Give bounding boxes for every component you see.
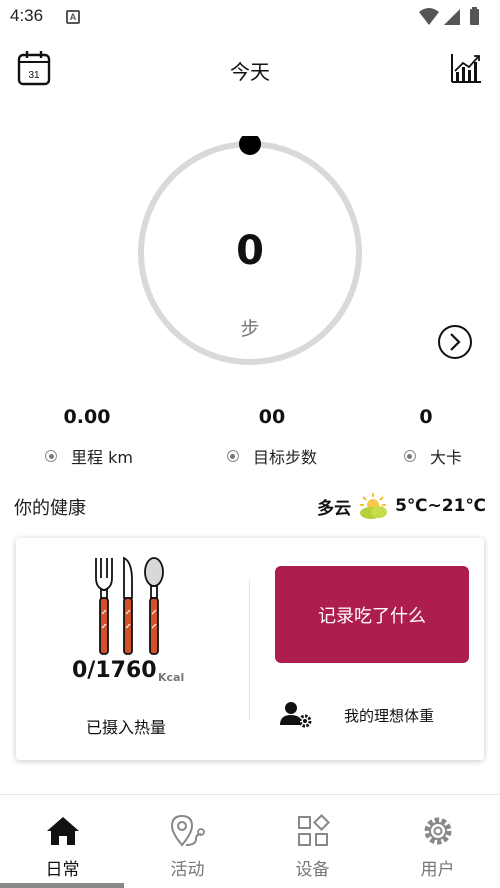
calorie-unit: Kcal — [158, 671, 185, 684]
stat-goal-steps: 00 目标步数 — [220, 404, 324, 468]
signal-battery-icons — [419, 7, 479, 25]
trend-chart-icon[interactable] — [450, 52, 482, 84]
nav-label-daily: 日常 — [45, 860, 80, 880]
chevron-right-circle-icon[interactable] — [437, 324, 473, 360]
location-icon — [170, 814, 205, 847]
devices-icon — [297, 814, 330, 846]
nav-label-devices: 设备 — [295, 860, 330, 880]
nav-label-user: 用户 — [420, 860, 455, 880]
goal-steps-label: 目标步数 — [252, 448, 317, 467]
wifi-icon — [419, 8, 439, 25]
home-indicator — [0, 883, 124, 888]
calorie-intake-value: 0/1760 — [72, 658, 157, 683]
battery-icon — [470, 9, 479, 25]
weather-temperature: 5℃~21℃ — [395, 496, 486, 516]
activity-stats: 0.00 里程 km 00 目标步数 0 大卡 — [0, 404, 500, 474]
ideal-weight-row[interactable]: 我的理想体重 — [280, 700, 475, 730]
calories-label: 大卡 — [429, 448, 462, 467]
app-header: 31 今天 — [0, 34, 500, 102]
health-title: 你的健康 — [14, 498, 86, 519]
page-title: 今天 — [230, 60, 270, 84]
nutrition-card: 0/1760 Kcal 已摄入热量 记录吃了什么 我的理想体重 — [16, 538, 484, 760]
weather-condition: 多云 — [317, 498, 352, 519]
calories-value: 0 — [419, 406, 433, 428]
bottom-nav: 日常 活动 设备 用户 — [0, 795, 500, 888]
user-settings-icon — [280, 702, 312, 728]
partly-cloudy-icon — [360, 493, 388, 519]
calorie-intake-label: 已摄入热量 — [86, 718, 167, 737]
nav-tab-activity[interactable]: 活动 — [125, 795, 250, 888]
record-meal-button[interactable]: 记录吃了什么 — [275, 566, 469, 663]
gear-icon — [424, 817, 451, 845]
steps-unit: 步 — [240, 318, 260, 340]
card-divider — [249, 580, 250, 720]
home-icon — [46, 817, 79, 845]
steps-count: 0 — [236, 228, 264, 274]
stat-calories: 0 大卡 — [398, 404, 468, 468]
weather-info: 多云 5℃~21℃ — [317, 492, 486, 520]
nav-tab-devices[interactable]: 设备 — [250, 795, 375, 888]
status-bar: 4:36 A — [0, 0, 500, 34]
radio-dot-icon — [45, 450, 58, 462]
cell-signal-icon — [444, 9, 460, 25]
progress-knob — [239, 136, 261, 155]
nav-label-activity: 活动 — [170, 860, 205, 880]
nav-tab-daily[interactable]: 日常 — [0, 795, 125, 888]
goal-steps-value: 00 — [258, 406, 286, 428]
distance-label: 里程 km — [71, 448, 133, 467]
health-section-header: 你的健康 多云 5℃~21℃ — [0, 492, 500, 522]
stat-distance: 0.00 里程 km — [40, 404, 134, 468]
cutlery-icon — [95, 556, 164, 655]
ideal-weight-label: 我的理想体重 — [344, 706, 435, 725]
status-time: 4:36 — [10, 6, 44, 25]
radio-dot-icon — [226, 450, 239, 462]
radio-dot-icon — [403, 450, 416, 462]
distance-value: 0.00 — [63, 406, 111, 428]
notification-icon: A — [66, 10, 80, 24]
nav-tab-user[interactable]: 用户 — [375, 795, 500, 888]
